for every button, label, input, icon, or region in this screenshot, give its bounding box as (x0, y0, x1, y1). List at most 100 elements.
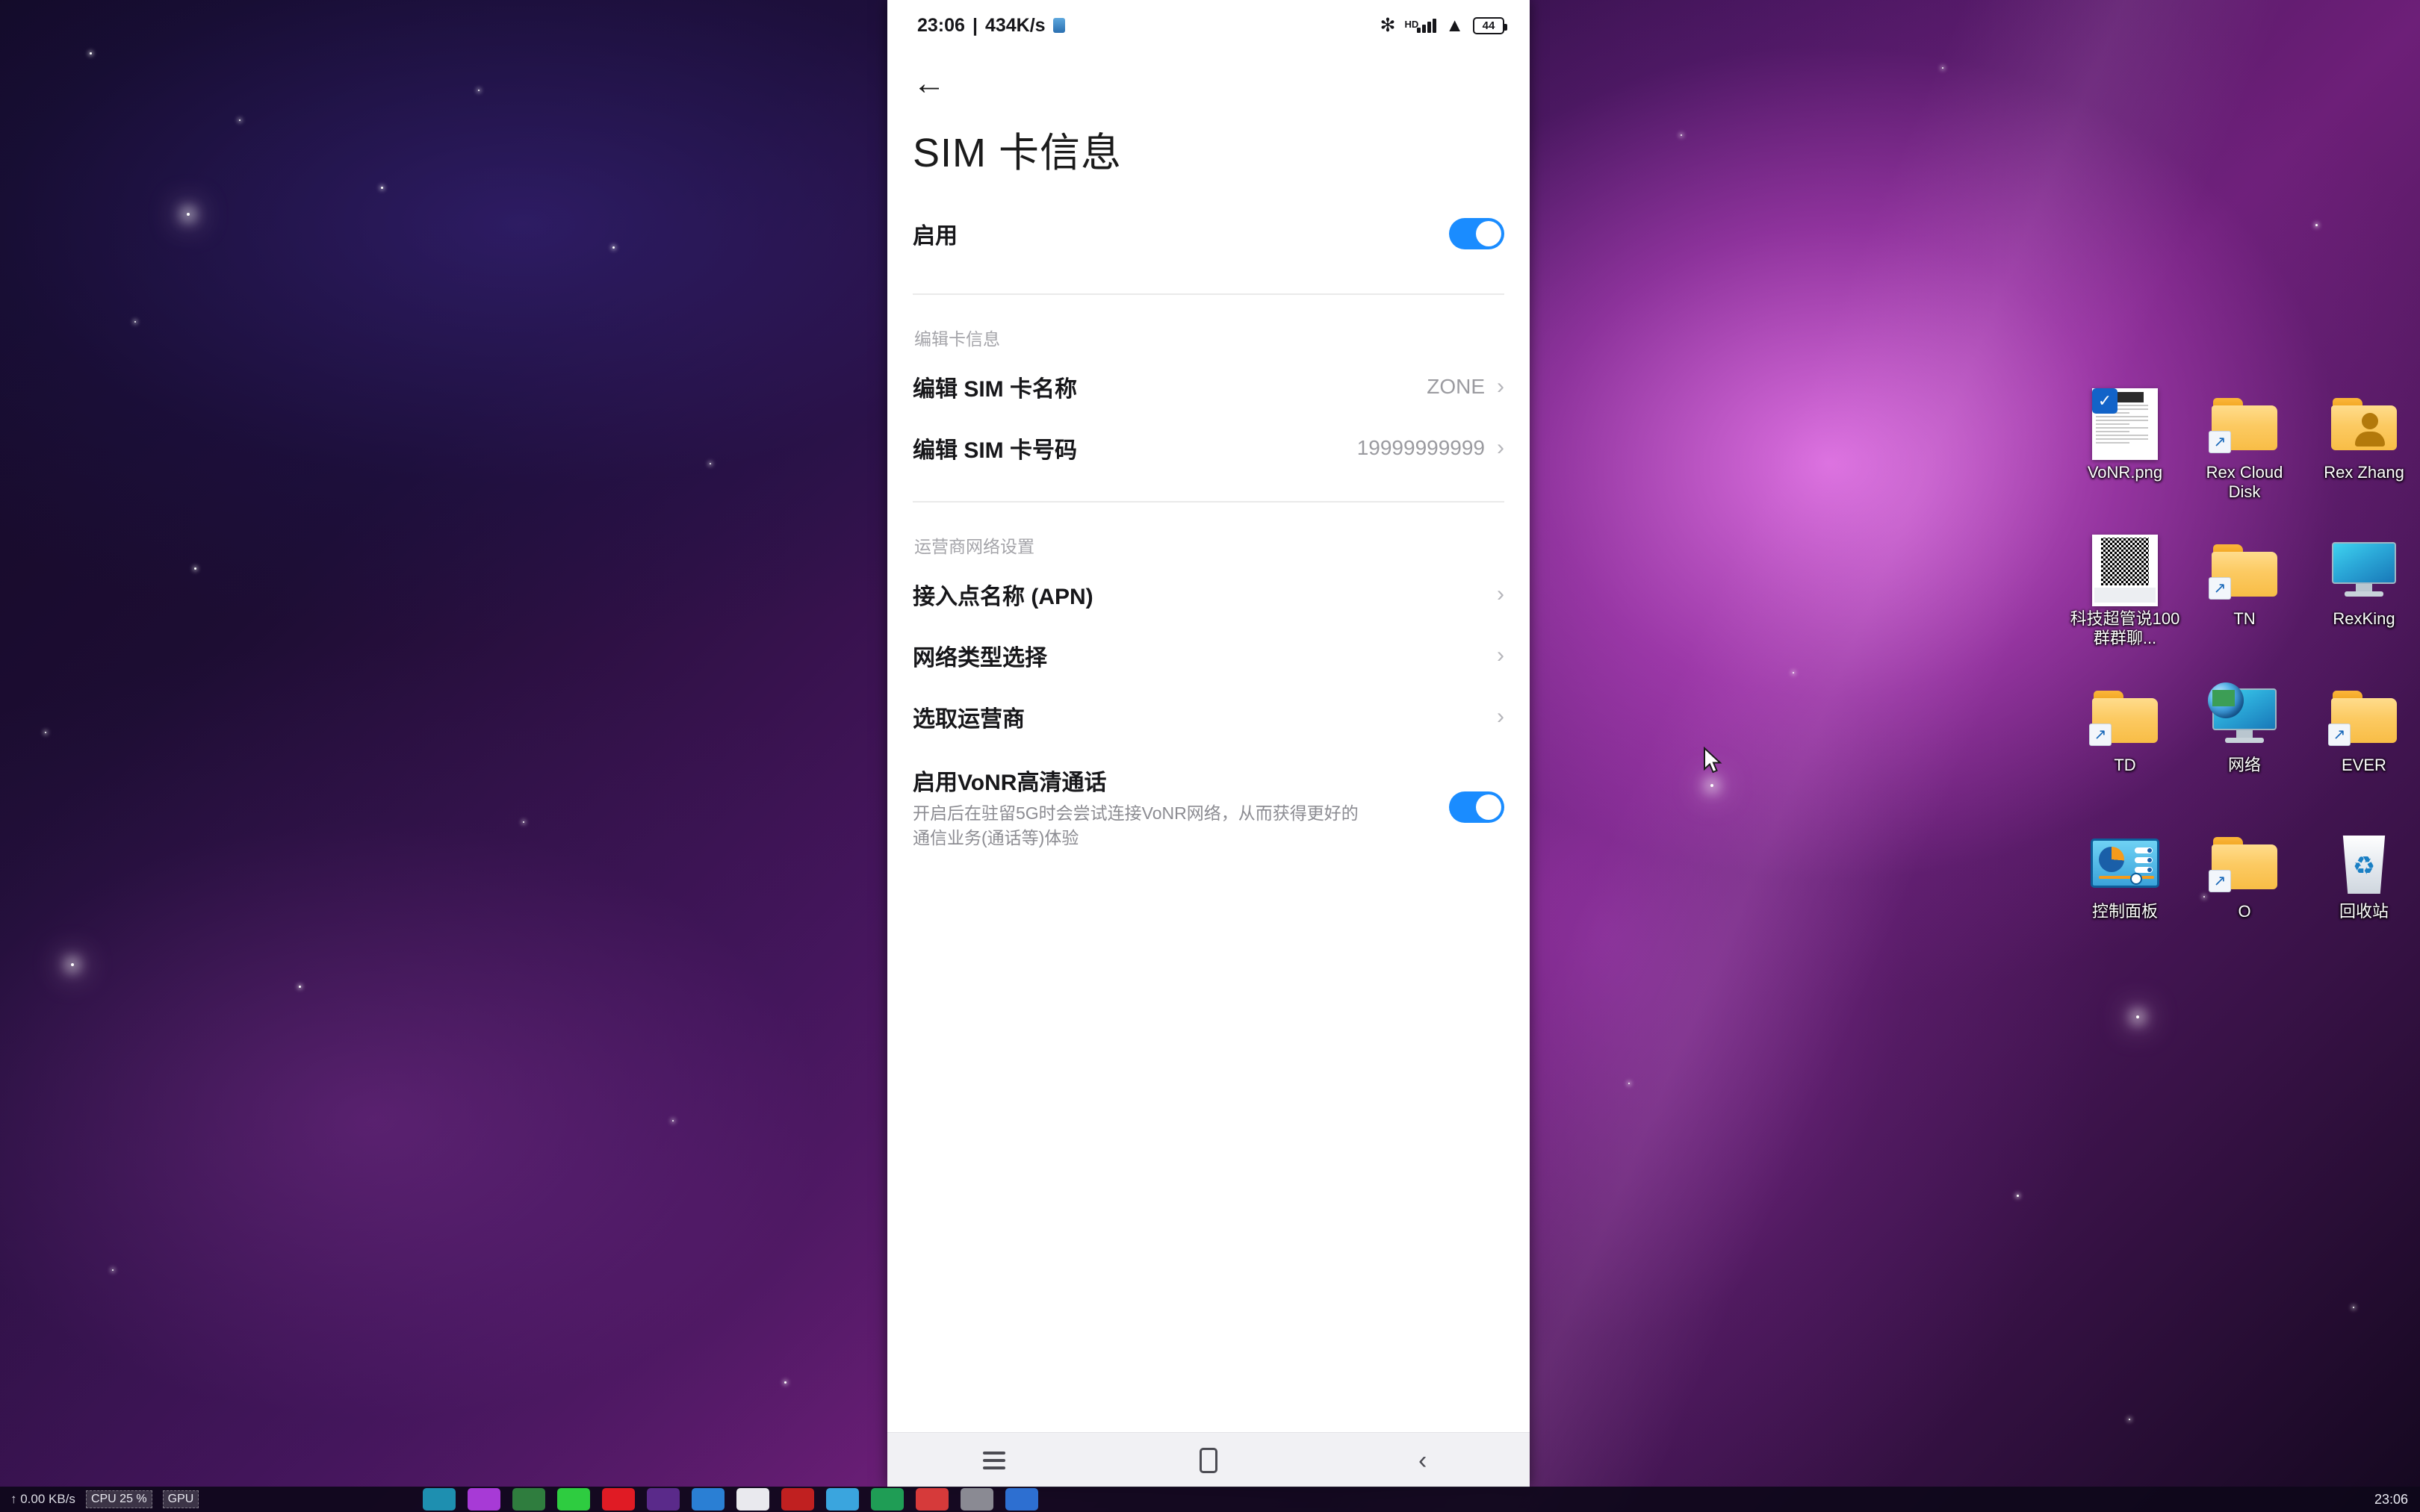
checkmark-icon: ✓ (2092, 388, 2118, 414)
nav-back-button[interactable]: ‹ (1378, 1448, 1468, 1473)
back-icon: ‹ (1418, 1446, 1427, 1475)
phone-status-bar: 23:06 | 434K/s ✻ HD ▲ 44 (887, 0, 1530, 51)
taskbar-clock[interactable]: 23:06 (2374, 1492, 2420, 1508)
desktop-icon-rex-cloud-disk[interactable]: ↗ Rex Cloud Disk (2188, 388, 2300, 535)
desktop-icon-label: VoNR.png (2087, 463, 2163, 482)
battery-level: 44 (1482, 19, 1495, 32)
nav-menu-button[interactable] (949, 1451, 1039, 1469)
desktop-icon-label: TD (2114, 756, 2136, 774)
taskbar-app-14[interactable] (1005, 1488, 1039, 1511)
folder-icon: ↗ (2209, 535, 2280, 606)
bluetooth-icon: ✻ (1380, 14, 1396, 36)
taskbar-app-4[interactable] (557, 1488, 591, 1511)
taskbar-app-3[interactable] (512, 1488, 546, 1511)
taskbar-app-8[interactable] (736, 1488, 770, 1511)
vonr-description: 开启后在驻留5G时会尝试连接VoNR网络，从而获得更好的通信业务(通话等)体验 (913, 803, 1359, 848)
shortcut-arrow-icon: ↗ (2209, 577, 2231, 600)
status-time: 23:06 (917, 14, 965, 36)
desktop-icon-vonr-png[interactable]: ✓ VoNR.png (2069, 388, 2181, 535)
chevron-right-icon: › (1497, 704, 1504, 729)
folder-icon: ↗ (2209, 388, 2280, 460)
network-type-row[interactable]: 网络类型选择 › (887, 625, 1530, 686)
enable-sim-row[interactable]: 启用 (887, 196, 1530, 271)
phone-nav-bar: ‹ (887, 1432, 1530, 1487)
desktop-icon-label: EVER (2342, 756, 2386, 774)
network-activity-icon (1052, 18, 1065, 33)
user-folder-icon (2328, 388, 2400, 460)
apn-row[interactable]: 接入点名称 (APN) › (887, 564, 1530, 625)
edit-sim-name-row[interactable]: 编辑 SIM 卡名称 ZONE › (887, 356, 1530, 417)
taskbar-app-buttons (423, 1488, 1039, 1511)
select-operator-row[interactable]: 选取运营商 › (887, 686, 1530, 747)
folder-icon: ↗ (2328, 681, 2400, 753)
network-icon (2208, 681, 2280, 753)
taskbar-app-11[interactable] (871, 1488, 905, 1511)
battery-icon: 44 (1473, 16, 1507, 34)
recycle-bin-icon: ♻ (2328, 827, 2400, 899)
network-type-label: 网络类型选择 (913, 646, 1047, 671)
taskbar-cpu-usage: CPU 25 % (85, 1490, 152, 1508)
status-separator: | (972, 14, 978, 36)
taskbar-upload-speed: ↑ 0.00 KB/s (10, 1492, 75, 1506)
desktop-icon-network[interactable]: 网络 (2188, 681, 2300, 827)
desktop-icon-rexking[interactable]: RexKing (2308, 535, 2420, 681)
desktop-icon-td[interactable]: ↗ TD (2069, 681, 2181, 827)
desktop-icon-label: Rex Zhang (2324, 463, 2404, 482)
menu-icon (983, 1451, 1006, 1469)
taskbar-app-13[interactable] (961, 1488, 994, 1511)
desktop-icon-label: RexKing (2333, 609, 2395, 628)
desktop-icon-label: Rex Cloud Disk (2206, 463, 2283, 501)
sim-info-screen: ← SIM 卡信息 启用 编辑卡信息 编辑 SIM 卡名称 ZONE › 编辑 … (887, 51, 1530, 1432)
desktop-icon-label: 回收站 (2339, 902, 2389, 921)
enable-sim-label: 启用 (913, 224, 958, 249)
edit-sim-number-row[interactable]: 编辑 SIM 卡号码 19999999999 › (887, 417, 1530, 479)
desktop-icon-label: 网络 (2227, 756, 2261, 774)
apn-label: 接入点名称 (APN) (913, 585, 1093, 609)
signal-icon: HD (1404, 18, 1437, 33)
taskbar-app-12[interactable] (916, 1488, 949, 1511)
computer-icon (2328, 535, 2400, 606)
nav-home-button[interactable] (1164, 1447, 1253, 1473)
back-arrow-icon[interactable]: ← (913, 67, 946, 100)
desktop-icon-tn[interactable]: ↗ TN (2188, 535, 2300, 681)
desktop-icon-qr-image[interactable]: 科技超管说100群群聊... (2069, 535, 2181, 681)
control-panel-icon (2089, 827, 2161, 899)
vonr-toggle[interactable] (1449, 791, 1504, 824)
operator-section-header: 运营商网络设置 (914, 537, 1034, 556)
taskbar-app-5[interactable] (602, 1488, 636, 1511)
vonr-title: 启用VoNR高清通话 (913, 771, 1107, 795)
enable-sim-toggle[interactable] (1449, 218, 1504, 249)
taskbar-app-7[interactable] (692, 1488, 725, 1511)
select-operator-label: 选取运营商 (913, 707, 1025, 732)
vonr-row[interactable]: 启用VoNR高清通话 开启后在驻留5G时会尝试连接VoNR网络，从而获得更好的通… (887, 747, 1530, 871)
taskbar-app-9[interactable] (781, 1488, 815, 1511)
taskbar-app-10[interactable] (826, 1488, 860, 1511)
back-row: ← (887, 51, 1530, 100)
edit-sim-number-value: 19999999999 (1356, 436, 1485, 459)
desktop-icon-o[interactable]: ↗ O (2188, 827, 2300, 974)
desktop-icon-rex-zhang[interactable]: Rex Zhang (2308, 388, 2420, 535)
phone-mirror-window: 23:06 | 434K/s ✻ HD ▲ 44 ← SIM 卡信息 启用 编辑… (887, 0, 1530, 1487)
desktop-icon-label: 控制面板 (2091, 902, 2158, 921)
edit-sim-name-value: ZONE (1427, 375, 1485, 398)
taskbar-app-2[interactable] (468, 1488, 501, 1511)
desktop-icon-label: O (2238, 902, 2251, 921)
desktop-icon-grid: ✓ VoNR.png ↗ Rex Cloud Disk Rex Zhang 科技… (2069, 388, 2404, 974)
edit-sim-number-label: 编辑 SIM 卡号码 (913, 438, 1078, 463)
shortcut-arrow-icon: ↗ (2209, 870, 2231, 892)
taskbar-app-1[interactable] (423, 1488, 456, 1511)
qr-image-file-icon (2089, 535, 2161, 606)
taskbar-app-6[interactable] (647, 1488, 680, 1511)
home-icon (1199, 1447, 1217, 1473)
shortcut-arrow-icon: ↗ (2209, 431, 2231, 453)
desktop-background: ✓ VoNR.png ↗ Rex Cloud Disk Rex Zhang 科技… (0, 0, 2420, 1512)
page-title: SIM 卡信息 (913, 131, 1123, 175)
wifi-icon: ▲ (1445, 14, 1464, 36)
chevron-right-icon: › (1497, 643, 1504, 668)
desktop-icon-recycle-bin[interactable]: ♻ 回收站 (2308, 827, 2420, 974)
desktop-icon-ever[interactable]: ↗ EVER (2308, 681, 2420, 827)
edit-sim-name-label: 编辑 SIM 卡名称 (913, 377, 1078, 402)
chevron-right-icon: › (1497, 374, 1504, 399)
desktop-icon-control-panel[interactable]: 控制面板 (2069, 827, 2181, 974)
chevron-right-icon: › (1497, 435, 1504, 460)
